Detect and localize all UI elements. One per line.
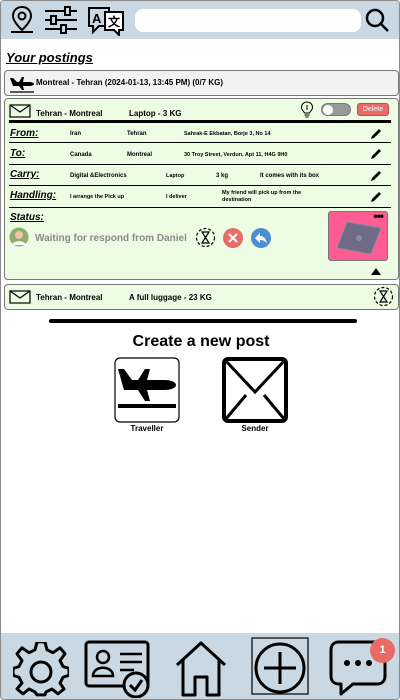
- svg-text:A: A: [92, 11, 102, 26]
- delete-button[interactable]: Delete: [357, 103, 389, 116]
- avatar[interactable]: [9, 227, 29, 247]
- carry-category: Digital &Electronics: [70, 173, 127, 179]
- from-label: From:: [10, 128, 39, 139]
- search-input[interactable]: [135, 9, 361, 32]
- envelope-icon: [9, 104, 31, 118]
- add-post-icon[interactable]: [251, 637, 309, 695]
- carry-weight: 3 kg: [216, 173, 229, 179]
- to-country: Canada: [70, 152, 92, 158]
- posting-route: Montreal - Tehran (2024-01-13, 13:45 PM)…: [36, 78, 224, 87]
- envelope-icon: [9, 290, 31, 304]
- from-country: Iran: [70, 131, 82, 137]
- notification-badge: 1: [370, 638, 395, 663]
- handling-label: Handling:: [10, 190, 57, 201]
- header-divider: [9, 120, 391, 123]
- sender-button[interactable]: [222, 357, 288, 423]
- to-city: Montreal: [127, 152, 153, 158]
- filter-sliders-icon[interactable]: [43, 4, 79, 36]
- carry-item: Laptop: [166, 173, 185, 179]
- traveller-button[interactable]: [114, 357, 180, 423]
- lightbulb-icon[interactable]: [300, 101, 314, 118]
- status-label: Status:: [10, 212, 44, 223]
- app-frame: A 文 Your postings Montreal - Tehran (202…: [0, 0, 400, 700]
- row-divider: [9, 185, 391, 186]
- more-icon[interactable]: •••: [373, 209, 384, 223]
- airplane-icon: [10, 77, 34, 93]
- edit-pencil-icon[interactable]: [369, 147, 383, 161]
- traveller-label: Traveller: [130, 424, 164, 433]
- posting-summary: A full luggage - 23 KG: [129, 293, 212, 302]
- to-address: 30 Troy Street, Verdun, Apt 11, H4G 9H0: [184, 152, 288, 158]
- visibility-toggle[interactable]: [321, 103, 351, 116]
- to-label: To:: [10, 148, 26, 159]
- posting-collapsed[interactable]: Montreal - Tehran (2024-01-13, 13:45 PM)…: [4, 70, 399, 96]
- svg-text:文: 文: [108, 14, 121, 29]
- posting-route: Tehran - Montreal: [36, 109, 103, 118]
- reply-icon[interactable]: [251, 228, 271, 248]
- edit-pencil-icon[interactable]: [369, 190, 383, 204]
- section-divider: [49, 319, 357, 323]
- posting-route: Tehran - Montreal: [36, 293, 103, 302]
- posting-expanded: Tehran - Montreal Laptop - 3 KG Delete F…: [4, 98, 399, 280]
- hourglass-icon: [195, 227, 216, 248]
- handling-pickup: I arrange the Pick up: [70, 194, 125, 200]
- handling-delivery: I deliver: [166, 194, 187, 200]
- hourglass-icon: [373, 286, 394, 307]
- from-city: Tehran: [127, 131, 147, 137]
- search-icon[interactable]: [364, 4, 390, 36]
- home-icon[interactable]: [173, 639, 229, 697]
- carry-label: Carry:: [10, 169, 40, 180]
- laptop-photo-icon: [336, 221, 382, 255]
- row-divider: [9, 207, 391, 208]
- toggle-knob: [323, 105, 333, 115]
- top-bar: A 文: [1, 1, 399, 39]
- profile-card-icon[interactable]: [84, 640, 152, 698]
- posting-collapsed[interactable]: Tehran - Montreal A full luggage - 23 KG: [4, 284, 399, 310]
- location-pin-icon[interactable]: [6, 4, 38, 36]
- edit-pencil-icon[interactable]: [369, 127, 383, 141]
- from-address: Sahrak-E Ekbatan, Borje 3, No 14: [184, 131, 271, 137]
- posting-summary: Laptop - 3 KG: [129, 109, 182, 118]
- carry-note: It comes with its box: [260, 173, 320, 179]
- status-text: Waiting for respond from Daniel: [35, 233, 187, 244]
- bottom-nav: [1, 633, 399, 699]
- create-post-title: Create a new post: [132, 333, 270, 350]
- row-divider: [9, 164, 391, 165]
- handling-note: My friend will pick up from the destinat…: [222, 190, 302, 203]
- item-photo[interactable]: •••: [328, 209, 388, 261]
- settings-gear-icon[interactable]: [13, 642, 69, 698]
- sender-label: Sender: [241, 424, 269, 433]
- row-divider: [9, 142, 391, 143]
- reject-icon[interactable]: [223, 228, 243, 248]
- postings-title: Your postings: [6, 50, 93, 65]
- translate-icon[interactable]: A 文: [87, 4, 125, 36]
- edit-pencil-icon[interactable]: [369, 169, 383, 183]
- collapse-arrow-icon[interactable]: [370, 267, 382, 276]
